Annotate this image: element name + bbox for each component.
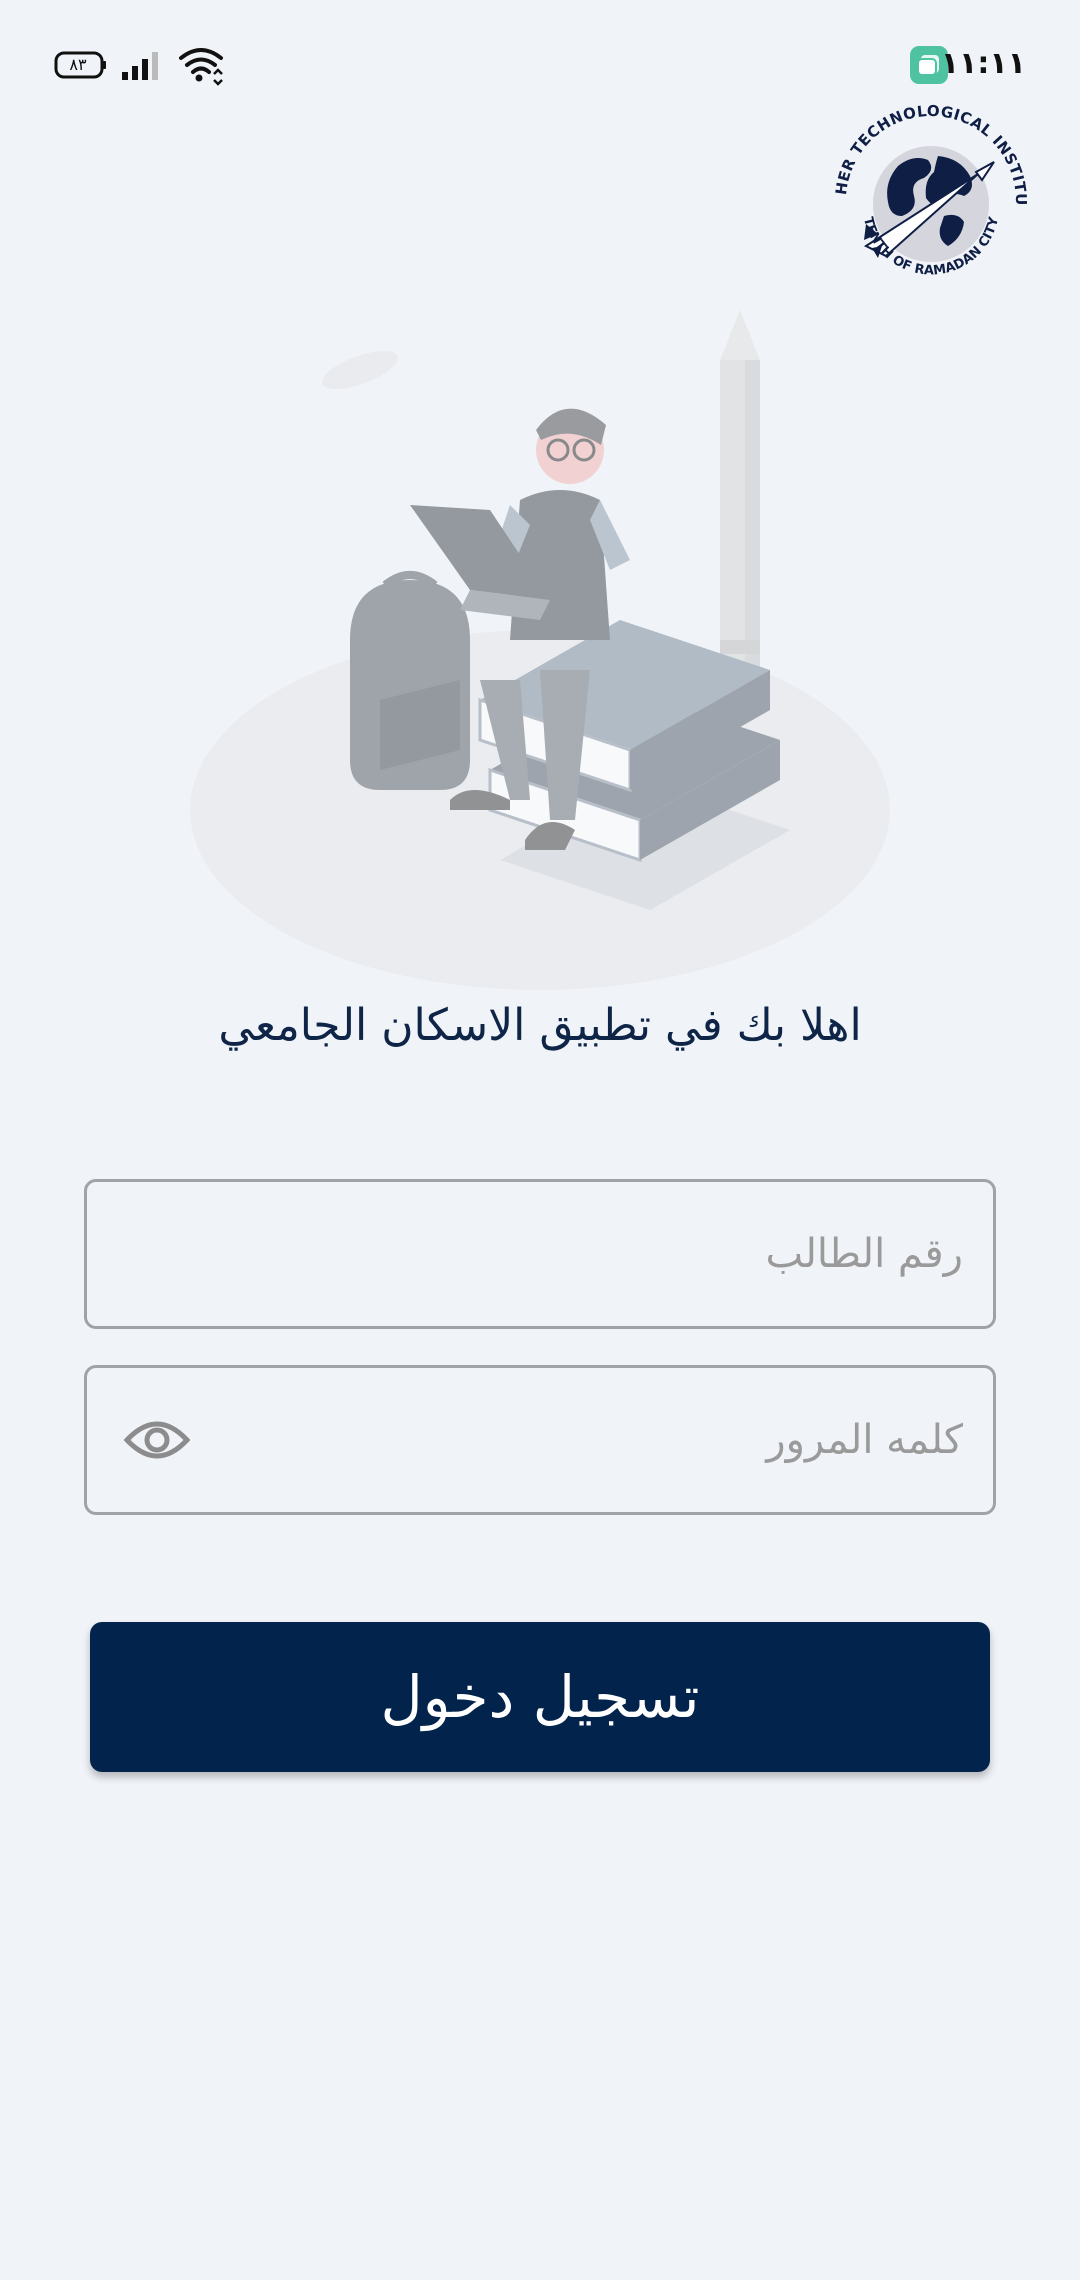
password-field[interactable]	[84, 1365, 996, 1515]
login-screen: ٨٣ ١١:١١ HIGHER TECHNOLOGICAL INSTITU	[0, 0, 1080, 2280]
status-time: ١١:١١	[940, 46, 1026, 81]
student-illustration	[190, 310, 890, 990]
institute-logo: HIGHER TECHNOLOGICAL INSTITUTE TENTH OF …	[826, 96, 1030, 279]
signal-icon	[122, 52, 158, 80]
battery-level: ٨٣	[69, 55, 87, 74]
student-id-field[interactable]	[84, 1179, 996, 1329]
student-id-input[interactable]	[87, 1182, 993, 1326]
password-input[interactable]	[87, 1368, 993, 1512]
welcome-title: اهلا بك في تطبيق الاسكان الجامعي	[218, 1000, 862, 1051]
wifi-icon	[179, 48, 223, 86]
login-button[interactable]: تسجيل دخول	[90, 1622, 990, 1772]
eye-icon[interactable]	[123, 1414, 191, 1466]
